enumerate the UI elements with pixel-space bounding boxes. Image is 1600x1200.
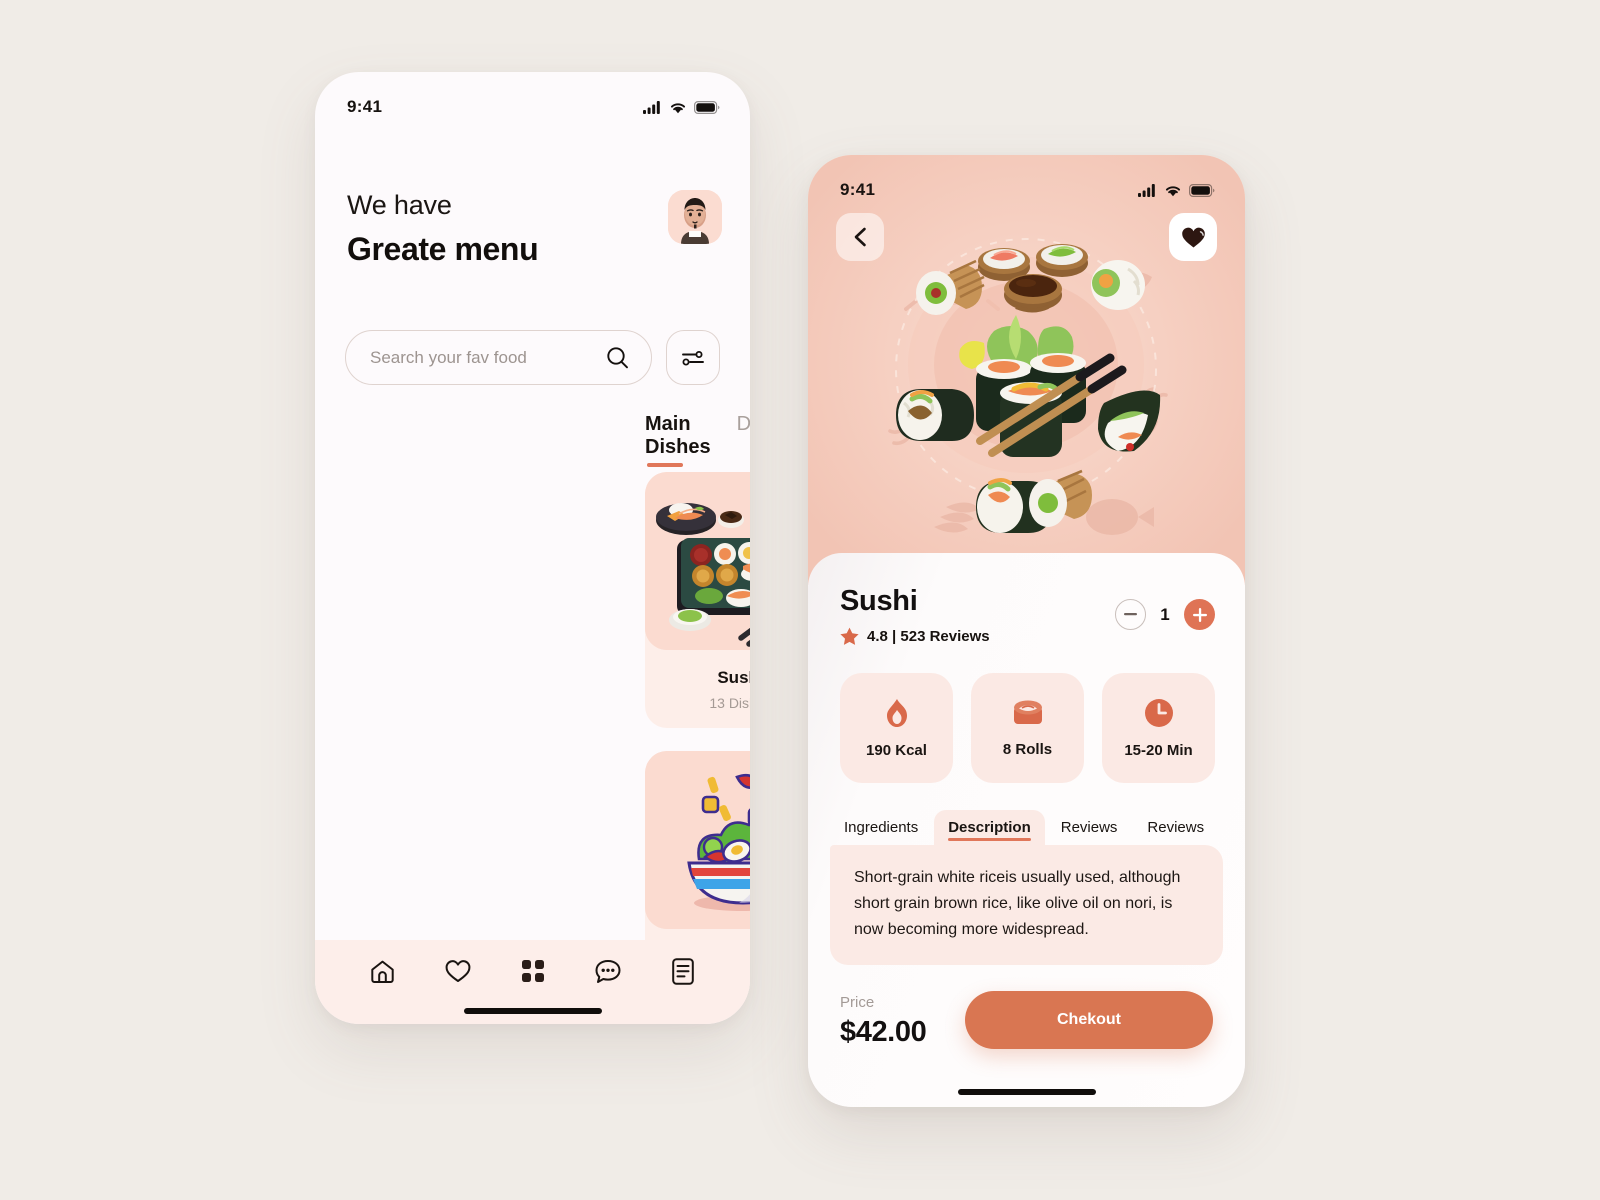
heart-filled-icon [1181, 227, 1205, 247]
rating-text: 4.8 | 523 Reviews [867, 627, 990, 645]
status-icons [1138, 183, 1215, 197]
info-chip-calories: 190 Kcal [840, 673, 953, 783]
chat-icon [595, 959, 620, 983]
status-bar: 9:41 [808, 155, 1245, 209]
detail-tabs: Ingredients Description Reviews Reviews [808, 783, 1245, 845]
favorite-button[interactable] [1169, 213, 1217, 261]
home-indicator [957, 1089, 1096, 1095]
sushi-platter-illustration [645, 472, 750, 650]
detail-title-block: Sushi 4.8 | 523 Reviews [840, 585, 990, 645]
home-header: We have Greate menu [347, 190, 722, 268]
headline-block: We have Greate menu [347, 190, 539, 268]
home-indicator [463, 1008, 602, 1014]
minus-icon [1124, 613, 1137, 616]
user-avatar-illustration [668, 190, 722, 244]
tab-reviews-2[interactable]: Reviews [1133, 810, 1218, 845]
wifi-icon [670, 102, 686, 113]
category-tabs: Main Dishes Desserts Drinks [645, 413, 750, 467]
status-time: 9:41 [840, 180, 876, 199]
quantity-value: 1 [1160, 604, 1170, 624]
info-chip-label: 15-20 Min [1124, 741, 1193, 759]
grid-icon [521, 960, 544, 982]
tab-main-dishes[interactable]: Main Dishes [645, 413, 711, 467]
heart-icon [445, 960, 470, 982]
info-chip-rolls: 8 Rolls [971, 673, 1084, 783]
info-chip-label: 190 Kcal [866, 741, 927, 759]
status-bar: 9:41 [315, 72, 750, 126]
phone-home-screen: 9:41 We have Greate menu Search your fav… [315, 72, 750, 1024]
nav-item-favorites[interactable] [441, 954, 475, 988]
battery-icon [1189, 183, 1215, 197]
price-value: $42.00 [840, 1015, 927, 1048]
filter-sliders-icon [682, 350, 704, 365]
home-icon [371, 960, 394, 983]
salad-bowl-illustration [645, 751, 750, 929]
status-time: 9:41 [347, 97, 383, 116]
search-placeholder: Search your fav food [370, 347, 527, 367]
list-icon [671, 957, 694, 985]
chevron-left-icon [854, 227, 866, 247]
dish-title: Sushi [840, 585, 918, 617]
avatar[interactable] [668, 190, 722, 244]
hero-section: 9:41 [808, 155, 1245, 585]
cellular-icon [1138, 183, 1155, 197]
info-chips: 190 Kcal 8 Rolls 15-20 Min [808, 645, 1245, 783]
quantity-decrease-button[interactable] [1115, 599, 1146, 630]
detail-sheet: Sushi 4.8 | 523 Reviews 1 190 Kcal 8 Rol… [808, 553, 1245, 1107]
flame-icon [886, 698, 907, 727]
filter-button[interactable] [666, 330, 720, 385]
price-label: Price [840, 993, 875, 1011]
rating-row: 4.8 | 523 Reviews [840, 627, 990, 645]
design-canvas: 9:41 We have Greate menu Search your fav… [0, 0, 1600, 1200]
food-card-image [645, 472, 750, 650]
phone-detail-screen: 9:41 Sushi 4.8 | 523 Reviews 1 190 Kcal … [808, 155, 1245, 1107]
search-row: Search your fav food [330, 330, 735, 385]
search-icon[interactable] [606, 346, 629, 369]
tab-description[interactable]: Description [934, 810, 1045, 845]
food-card-name: Sushi [717, 668, 750, 687]
food-card-sushi[interactable]: Sushi 13 Dishes [645, 472, 750, 728]
info-chip-time: 15-20 Min [1102, 673, 1215, 783]
sushi-roll-icon [1013, 700, 1042, 724]
nav-item-home[interactable] [366, 954, 400, 988]
plus-icon [1192, 607, 1207, 622]
back-button[interactable] [836, 213, 884, 261]
search-input[interactable]: Search your fav food [345, 330, 652, 385]
nav-item-categories[interactable] [516, 954, 550, 988]
nav-item-orders[interactable] [666, 954, 700, 988]
quantity-increase-button[interactable] [1184, 599, 1215, 630]
nav-item-messages[interactable] [591, 954, 625, 988]
tab-reviews-1[interactable]: Reviews [1047, 810, 1132, 845]
battery-icon [694, 100, 720, 114]
detail-footer: Price $42.00 Chekout [808, 965, 1245, 1049]
page-title: Greate menu [347, 231, 539, 268]
detail-header: Sushi 4.8 | 523 Reviews 1 [808, 553, 1245, 645]
wifi-icon [1165, 185, 1181, 196]
tab-ingredients[interactable]: Ingredients [830, 810, 932, 845]
food-card-count: 13 Dishes [709, 695, 750, 711]
food-card-image [645, 751, 750, 929]
checkout-button[interactable]: Chekout [965, 990, 1213, 1049]
description-text: Short-grain white riceis usually used, a… [830, 845, 1223, 965]
tab-desserts[interactable]: Desserts [737, 413, 750, 444]
price-block: Price $42.00 [840, 993, 927, 1049]
star-icon [840, 627, 859, 645]
headline-line1: We have [347, 190, 452, 220]
clock-icon [1144, 698, 1173, 727]
food-category-grid: Sushi 13 Dishes [645, 472, 750, 1007]
quantity-stepper: 1 [1115, 599, 1215, 630]
cellular-icon [643, 100, 660, 114]
info-chip-label: 8 Rolls [1002, 740, 1053, 758]
status-icons [643, 100, 720, 114]
